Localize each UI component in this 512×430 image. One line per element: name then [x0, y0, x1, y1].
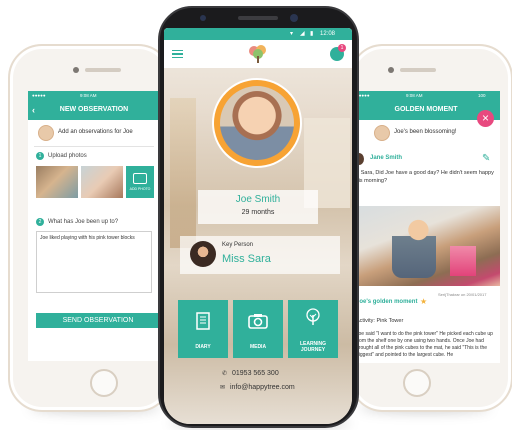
left-status-bar: ●●●●● ⁠ 9:08 AM	[28, 91, 160, 100]
right-phone-screen: ●●●●● ⁠ 9:08 AM 100 GOLDEN MOMENT Joe's …	[352, 91, 500, 363]
media-tile[interactable]: MEDIA	[233, 300, 283, 358]
photo-thumbnail-1[interactable]	[36, 166, 78, 198]
child-face	[220, 86, 294, 160]
happy-tree-logo-icon	[247, 43, 269, 65]
left-phone-home-button[interactable]	[90, 369, 118, 397]
pink-tower-blocks	[450, 246, 476, 276]
wifi-icon: ▾	[290, 31, 294, 37]
diary-label: DIARY	[195, 344, 211, 350]
center-phone-speaker	[238, 16, 278, 20]
center-phone-sensor	[200, 15, 206, 21]
battery-icon: ▮	[310, 31, 314, 37]
key-person-name: Miss Sara	[222, 253, 271, 265]
observation-textarea[interactable]: Joe liked playing with his pink tower bl…	[36, 231, 152, 293]
step2-label: What has Joe been up to?	[48, 219, 119, 225]
camera-icon	[133, 173, 147, 184]
background-blocks	[170, 98, 196, 248]
moment-photo[interactable]	[352, 206, 500, 286]
status-carrier: ●●●●● ⁠	[32, 93, 47, 98]
right-phone-camera	[388, 67, 394, 73]
edit-pencil-icon[interactable]: ✎	[482, 153, 490, 164]
child-figure	[392, 218, 436, 278]
child-avatar	[38, 125, 54, 141]
child-avatar	[374, 125, 390, 141]
notifications-button[interactable]: 1	[330, 44, 346, 61]
moment-credit: SerijThakrar on 20/01/2017	[438, 292, 487, 297]
right-phone-speaker	[400, 68, 436, 72]
status-battery: 100	[478, 93, 486, 98]
add-photo-label: ADD PHOTO	[129, 187, 151, 191]
learning-journey-tile[interactable]: LEARNING JOURNEY	[288, 300, 338, 358]
tree-icon	[306, 308, 320, 325]
observation-text: Joe liked playing with his pink tower bl…	[40, 235, 135, 241]
status-time: 9:08 AM	[406, 93, 423, 98]
page-title: GOLDEN MOMENT	[394, 106, 458, 113]
key-person-avatar	[190, 241, 216, 267]
star-icon: ★	[420, 297, 428, 306]
right-phone-home-button[interactable]	[403, 369, 431, 397]
phone-number[interactable]: 01953 565 300	[232, 370, 279, 377]
moment-headline: Joe's been blossoming!	[394, 129, 457, 135]
activity-label: Activity: Pink Tower	[356, 318, 404, 324]
signal-icon: ◢	[300, 31, 305, 37]
right-status-bar: ●●●●● ⁠ 9:08 AM 100	[352, 91, 500, 100]
photo-thumbnail-2[interactable]	[81, 166, 123, 198]
moment-title: Joe's golden moment	[356, 299, 418, 305]
parent-message: Hi Sara, Did Joe have a good day? He did…	[354, 170, 494, 184]
camera-icon	[248, 314, 268, 329]
step1-label: Upload photos	[48, 153, 87, 159]
diary-tile[interactable]: DIARY	[178, 300, 228, 358]
email-icon: ✉	[220, 385, 226, 391]
step1-badge: 1	[36, 152, 44, 160]
learning-journey-label: LEARNING JOURNEY	[299, 341, 327, 353]
subject-prompt: Add an observations for Joe	[58, 129, 133, 135]
back-chevron-icon[interactable]: ‹	[32, 100, 35, 120]
moment-body: Joe said "I want to do the pink tower" H…	[356, 331, 493, 358]
page-title: NEW OBSERVATION	[59, 106, 129, 113]
center-phone-screen: ▾ ◢ ▮ 12:08 1 Joe Smith 29 months Key Pe…	[164, 28, 352, 424]
left-phone-screen: ●●●●● ⁠ 9:08 AM ‹ NEW OBSERVATION Add an…	[28, 91, 160, 361]
close-button[interactable]: ×	[477, 110, 494, 127]
add-photo-button[interactable]: ADD PHOTO	[126, 166, 154, 198]
center-phone-camera	[290, 14, 298, 22]
send-observation-button[interactable]: SEND OBSERVATION	[36, 313, 160, 328]
notification-badge: 1	[338, 44, 346, 52]
left-phone-speaker	[85, 68, 121, 72]
close-icon: ×	[481, 111, 489, 125]
child-photo	[214, 80, 300, 166]
email-address[interactable]: info@happytree.com	[230, 384, 295, 391]
media-label: MEDIA	[249, 344, 267, 350]
left-title-bar: ‹ NEW OBSERVATION	[28, 100, 160, 120]
status-time: 9:08 AM	[80, 93, 97, 98]
menu-icon[interactable]	[172, 50, 183, 58]
child-name: Joe Smith	[235, 194, 281, 205]
left-phone-camera	[73, 67, 79, 73]
phone-icon: ✆	[222, 371, 228, 377]
diary-icon	[196, 312, 210, 330]
step2-badge: 2	[36, 218, 44, 226]
status-time: 12:08	[320, 31, 336, 37]
center-status-bar: ▾ ◢ ▮ 12:08	[164, 28, 352, 40]
child-age: 29 months	[241, 209, 275, 216]
divider	[34, 146, 154, 147]
author-name: Jane Smith	[370, 155, 403, 161]
key-person-label: Key Person	[222, 242, 254, 248]
